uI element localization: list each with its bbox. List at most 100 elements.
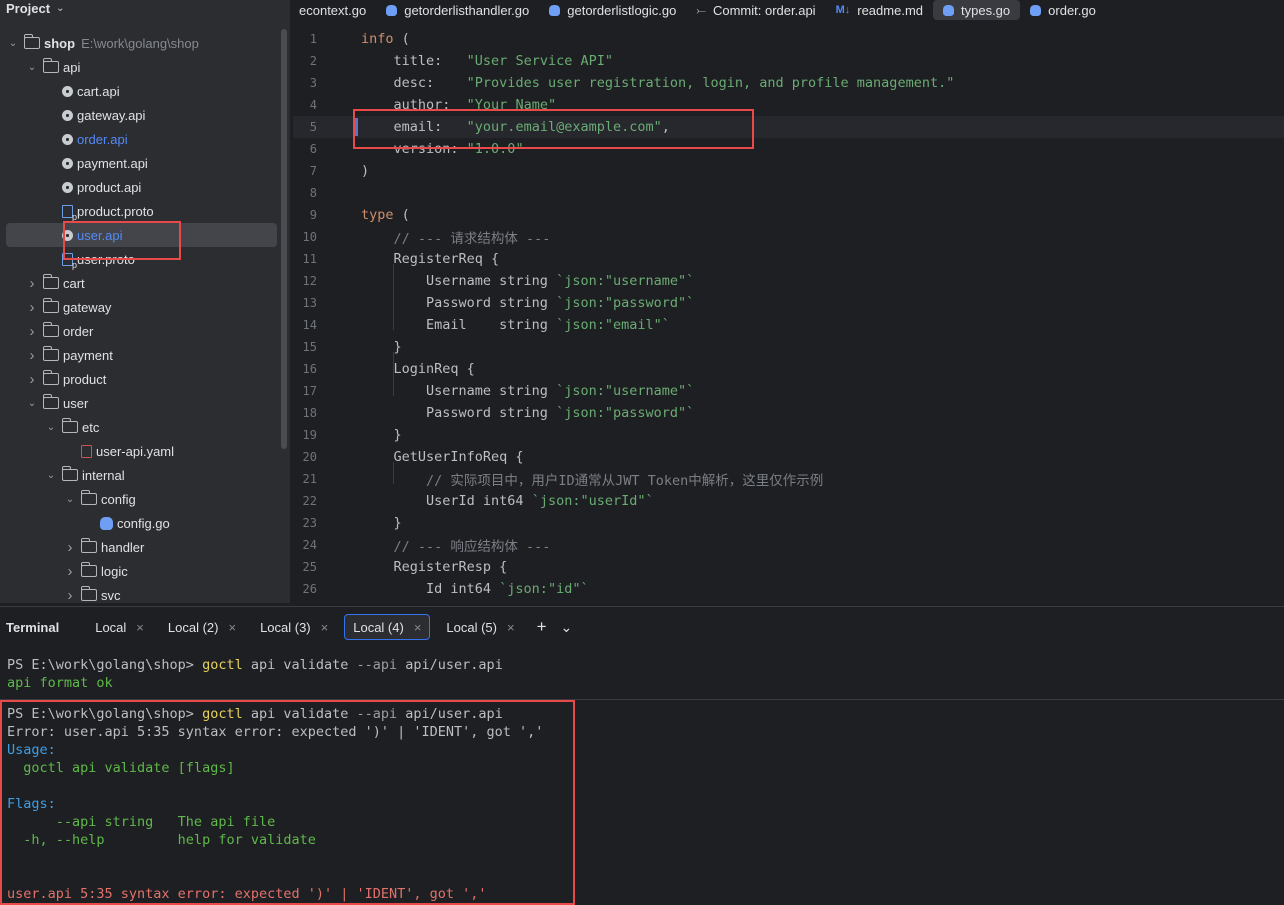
terminal-tab[interactable]: Local (3) × <box>252 614 336 640</box>
chevron-right-icon[interactable]: › <box>25 323 39 340</box>
tree-item[interactable]: user-api.yaml <box>0 439 290 463</box>
code-area[interactable]: 1 info (2 title: "User Service API" 3 desc… <box>293 28 1284 603</box>
tree-item-label: config <box>101 491 136 507</box>
add-icon[interactable]: + <box>537 617 547 637</box>
code-line[interactable]: 6 version: "1.0.0" <box>293 138 1284 160</box>
code-token: `json:"username"` <box>556 383 695 399</box>
code-line[interactable]: 11 RegisterReq { <box>293 248 1284 270</box>
tree-item[interactable]: order.api <box>0 127 290 151</box>
code-line[interactable]: 12 Username string `json:"username"` <box>293 270 1284 292</box>
code-line[interactable]: 2 title: "User Service API" <box>293 50 1284 72</box>
editor-tab[interactable]: econtext.go <box>293 0 376 20</box>
tree-item[interactable]: › handler <box>0 535 290 559</box>
tree-item[interactable]: config.go <box>0 511 290 535</box>
tree-item[interactable]: › svc <box>0 583 290 603</box>
code-line[interactable]: 26 Id int64 `json:"id"` <box>293 578 1284 600</box>
tree-item[interactable]: user.api <box>6 223 277 247</box>
editor-tab[interactable]: order.go <box>1020 0 1106 20</box>
editor-tab[interactable]: types.go <box>933 0 1021 20</box>
code-line[interactable]: 19 } <box>293 424 1284 446</box>
tree-item[interactable]: › logic <box>0 559 290 583</box>
code-line[interactable]: 25 RegisterResp { <box>293 556 1284 578</box>
code-token: `json:"userId"` <box>531 493 654 509</box>
editor-tab[interactable]: M↓ readme.md <box>826 0 933 20</box>
tree-item[interactable]: gateway.api <box>0 103 290 127</box>
chevron-down-icon[interactable]: ⌄ <box>25 62 39 73</box>
tree-item-label: config.go <box>117 515 170 531</box>
code-line[interactable]: 24 // --- 响应结构体 --- <box>293 534 1284 556</box>
code-line[interactable]: 13 Password string `json:"password"` <box>293 292 1284 314</box>
project-header[interactable]: Project ⌄ <box>0 0 290 16</box>
code-line[interactable]: 14 Email string `json:"email"` <box>293 314 1284 336</box>
tree-item[interactable]: › cart <box>0 271 290 295</box>
tree-item[interactable]: ⌄ user <box>0 391 290 415</box>
tree-item[interactable]: user.proto <box>0 247 290 271</box>
code-line[interactable]: 5 email: "your.email@example.com", <box>293 116 1284 138</box>
tree-item[interactable]: ⌄ shop E:\work\golang\shop <box>0 31 290 55</box>
editor-tab[interactable]: ⤚ Commit: order.api <box>686 0 825 20</box>
chevron-right-icon[interactable]: › <box>25 299 39 316</box>
code-line[interactable]: 10 // --- 请求结构体 --- <box>293 226 1284 248</box>
terminal-token: PS E:\work\golang\shop> <box>7 657 203 673</box>
code-line[interactable]: 18 Password string `json:"password"` <box>293 402 1284 424</box>
chevron-down-icon[interactable]: ⌄ <box>25 398 39 409</box>
code-line[interactable]: 1 info ( <box>293 28 1284 50</box>
tree-item[interactable]: cart.api <box>0 79 290 103</box>
line-number: 16 <box>302 362 317 376</box>
close-icon[interactable]: × <box>414 620 422 635</box>
chevron-down-icon[interactable]: ⌄ <box>6 38 20 49</box>
line-code: } <box>361 427 402 443</box>
code-line[interactable]: 23 } <box>293 512 1284 534</box>
code-line[interactable]: 4 author: "Your Name" <box>293 94 1284 116</box>
tree-item[interactable]: › gateway <box>0 295 290 319</box>
terminal-tab[interactable]: Local (5) × <box>438 614 522 640</box>
tree-item[interactable]: › product <box>0 367 290 391</box>
chevron-right-icon[interactable]: › <box>63 587 77 604</box>
code-line[interactable]: 9 type ( <box>293 204 1284 226</box>
chevron-down-icon[interactable]: ⌄ <box>56 3 64 14</box>
project-scrollbar[interactable] <box>281 29 287 449</box>
code-line[interactable]: 15 } <box>293 336 1284 358</box>
terminal-tab[interactable]: Local × <box>87 614 152 640</box>
tree-item[interactable]: ⌄ etc <box>0 415 290 439</box>
terminal-title[interactable]: Terminal <box>6 620 59 635</box>
terminal-tab[interactable]: Local (2) × <box>160 614 244 640</box>
code-token: `json:"username"` <box>556 273 695 289</box>
code-line[interactable]: 7) <box>293 160 1284 182</box>
project-title[interactable]: Project <box>6 1 50 16</box>
tree-item[interactable]: ⌄ config <box>0 487 290 511</box>
chevron-right-icon[interactable]: › <box>63 563 77 580</box>
close-icon[interactable]: × <box>228 620 236 635</box>
close-icon[interactable]: × <box>321 620 329 635</box>
close-icon[interactable]: × <box>136 620 144 635</box>
code-line[interactable]: 22 UserId int64 `json:"userId"` <box>293 490 1284 512</box>
chevron-down-icon[interactable]: ⌄ <box>561 619 573 636</box>
tree-item[interactable]: › order <box>0 319 290 343</box>
editor-tab[interactable]: getorderlistlogic.go <box>539 0 686 20</box>
terminal-tab[interactable]: Local (4) × <box>344 614 431 640</box>
line-code: RegisterReq { <box>361 251 500 267</box>
tree-item[interactable]: product.proto <box>0 199 290 223</box>
code-line[interactable]: 20 GetUserInfoReq { <box>293 446 1284 468</box>
chevron-right-icon[interactable]: › <box>25 371 39 388</box>
close-icon[interactable]: × <box>507 620 515 635</box>
chevron-down-icon[interactable]: ⌄ <box>44 422 58 433</box>
tree-item[interactable]: payment.api <box>0 151 290 175</box>
tree-item[interactable]: › payment <box>0 343 290 367</box>
editor-tab[interactable]: getorderlisthandler.go <box>376 0 539 20</box>
tree-item[interactable]: ⌄ api <box>0 55 290 79</box>
chevron-right-icon[interactable]: › <box>25 347 39 364</box>
code-line[interactable]: 3 desc: "Provides user registration, log… <box>293 72 1284 94</box>
code-line[interactable]: 16 LoginReq { <box>293 358 1284 380</box>
code-line[interactable]: 8 <box>293 182 1284 204</box>
chevron-down-icon[interactable]: ⌄ <box>63 494 77 505</box>
line-number: 3 <box>309 76 317 90</box>
tree-item-label: internal <box>82 467 125 483</box>
tree-item[interactable]: product.api <box>0 175 290 199</box>
code-line[interactable]: 21 // 实际项目中，用户ID通常从JWT Token中解析，这里仅作示例 <box>293 468 1284 490</box>
code-line[interactable]: 17 Username string `json:"username"` <box>293 380 1284 402</box>
chevron-right-icon[interactable]: › <box>63 539 77 556</box>
chevron-down-icon[interactable]: ⌄ <box>44 470 58 481</box>
tree-item[interactable]: ⌄ internal <box>0 463 290 487</box>
chevron-right-icon[interactable]: › <box>25 275 39 292</box>
